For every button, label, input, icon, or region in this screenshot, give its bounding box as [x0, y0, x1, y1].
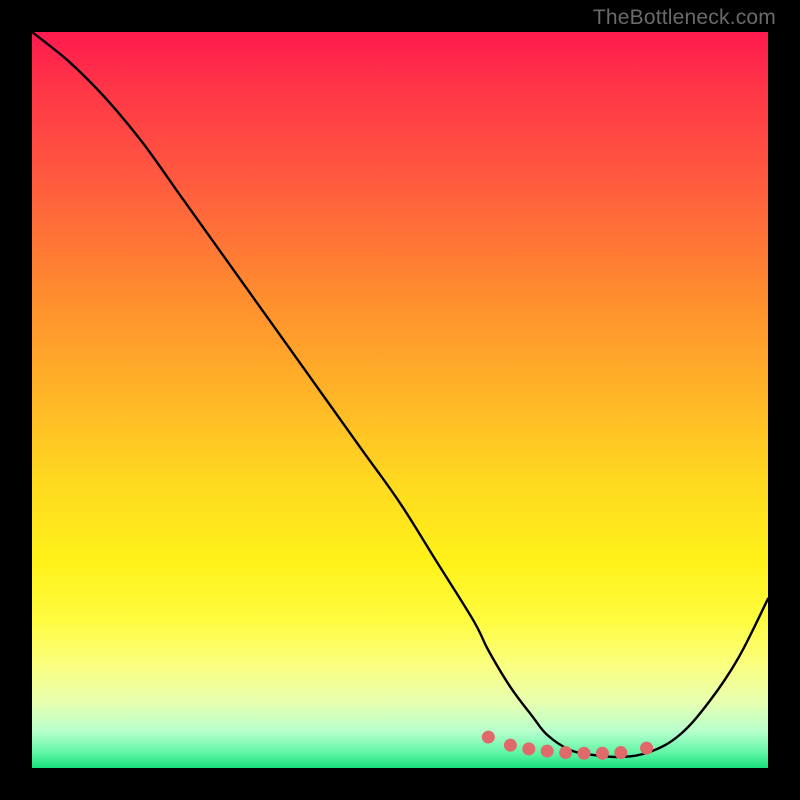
marker-dot	[522, 742, 535, 755]
chart-svg	[32, 32, 768, 768]
marker-dot	[541, 745, 554, 758]
marker-dot	[578, 747, 591, 760]
marker-dot	[596, 747, 609, 760]
watermark-text: TheBottleneck.com	[593, 6, 776, 30]
marker-dot	[482, 731, 495, 744]
plot-area	[32, 32, 768, 768]
marker-dot	[614, 746, 627, 759]
bottleneck-curve	[32, 32, 768, 757]
marker-dot	[640, 742, 653, 755]
marker-dot	[504, 739, 517, 752]
marker-dot	[559, 746, 572, 759]
